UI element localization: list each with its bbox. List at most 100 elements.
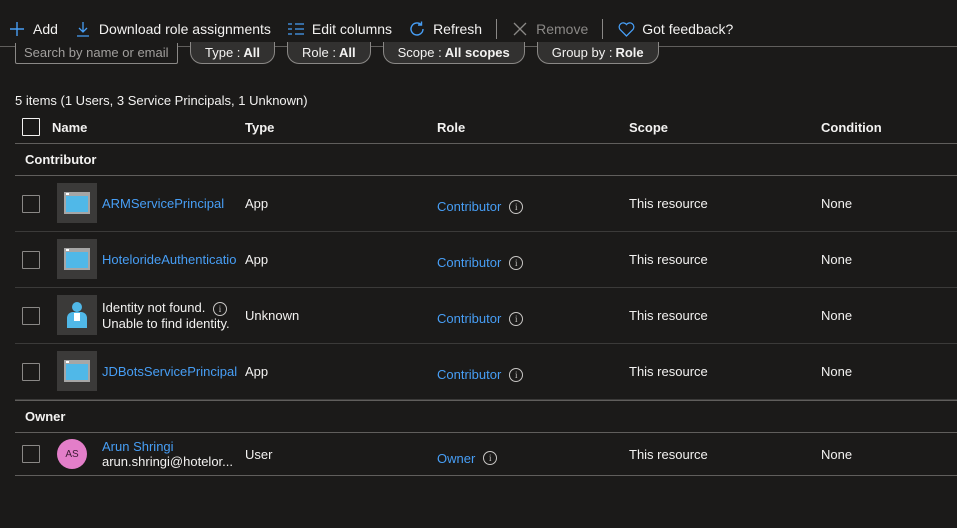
info-icon[interactable]: i bbox=[509, 255, 524, 270]
row-condition: None bbox=[821, 196, 853, 211]
type-filter-label: Type : bbox=[205, 45, 241, 60]
row-name: ARMServicePrincipal bbox=[102, 176, 237, 231]
user-email: arun.shringi@hotelor... bbox=[102, 454, 233, 469]
identity-detail: Unable to find identity. bbox=[102, 316, 230, 331]
column-header-type[interactable]: Type bbox=[245, 120, 274, 135]
edit-columns-button[interactable]: Edit columns bbox=[279, 15, 400, 43]
row-scope: This resource bbox=[629, 308, 708, 323]
type-filter-value: All bbox=[243, 45, 261, 60]
user-avatar: AS bbox=[57, 439, 87, 469]
table-row[interactable]: AS Arun Shringi arun.shringi@hotelor... … bbox=[15, 433, 957, 476]
role-filter-value: All bbox=[339, 45, 356, 60]
row-role: Contributor i bbox=[437, 347, 524, 402]
role-filter-label: Role : bbox=[302, 45, 337, 60]
row-scope: This resource bbox=[629, 446, 708, 462]
scope-filter-value: All scopes bbox=[444, 45, 510, 60]
row-condition: None bbox=[821, 446, 853, 462]
row-checkbox[interactable] bbox=[22, 363, 40, 381]
download-icon bbox=[74, 20, 92, 38]
info-icon[interactable]: i bbox=[509, 311, 524, 326]
group-by-value: Role bbox=[615, 45, 644, 60]
role-assignments-table: Name Type Role Scope Condition Contribut… bbox=[15, 111, 957, 476]
remove-label: Remove bbox=[536, 21, 589, 37]
role-link[interactable]: Owner bbox=[437, 451, 475, 466]
items-summary: 5 items (1 Users, 3 Service Principals, … bbox=[15, 93, 308, 108]
row-scope: This resource bbox=[629, 252, 708, 267]
refresh-icon bbox=[408, 20, 426, 38]
column-header-condition[interactable]: Condition bbox=[821, 120, 882, 135]
app-icon bbox=[57, 239, 97, 279]
group-by-pill[interactable]: Group by : Role bbox=[536, 42, 659, 64]
role-link[interactable]: Contributor bbox=[437, 255, 501, 270]
checkbox-box bbox=[22, 363, 40, 381]
remove-button[interactable]: Remove bbox=[503, 15, 596, 43]
table-header: Name Type Role Scope Condition bbox=[15, 111, 957, 144]
role-filter-pill[interactable]: Role : All bbox=[287, 42, 371, 64]
refresh-label: Refresh bbox=[433, 21, 483, 37]
table-row[interactable]: JDBotsServicePrincipal App Contributor i … bbox=[15, 344, 957, 400]
row-name: JDBotsServicePrincipal bbox=[102, 344, 237, 399]
checkbox-box bbox=[22, 445, 40, 463]
checkbox-box bbox=[22, 307, 40, 325]
principal-link[interactable]: HotelorideAuthenticatio bbox=[102, 252, 237, 267]
row-type: User bbox=[245, 446, 273, 462]
feedback-button[interactable]: Got feedback? bbox=[609, 15, 741, 43]
refresh-button[interactable]: Refresh bbox=[400, 15, 490, 43]
identity-status: Identity not found. bbox=[102, 300, 206, 315]
row-checkbox[interactable] bbox=[22, 307, 40, 325]
group-by-label: Group by : bbox=[551, 45, 613, 60]
row-name: Arun Shringi arun.shringi@hotelor... bbox=[102, 433, 237, 475]
row-condition: None bbox=[821, 252, 853, 267]
info-icon[interactable]: i bbox=[212, 302, 227, 316]
column-header-name[interactable]: Name bbox=[52, 120, 87, 135]
row-checkbox[interactable] bbox=[22, 445, 40, 463]
row-checkbox[interactable] bbox=[22, 251, 40, 269]
role-link[interactable]: Contributor bbox=[437, 199, 501, 214]
principal-link[interactable]: ARMServicePrincipal bbox=[102, 196, 237, 211]
principal-link[interactable]: JDBotsServicePrincipal bbox=[102, 364, 237, 379]
row-scope: This resource bbox=[629, 364, 708, 379]
column-header-role[interactable]: Role bbox=[437, 120, 465, 135]
row-checkbox[interactable] bbox=[22, 195, 40, 213]
app-icon bbox=[57, 183, 97, 223]
checkbox-box bbox=[22, 251, 40, 269]
search-input[interactable]: Search by name or email bbox=[15, 42, 178, 64]
download-button[interactable]: Download role assignments bbox=[66, 15, 279, 43]
column-header-scope[interactable]: Scope bbox=[629, 120, 668, 135]
row-role: Owner i bbox=[437, 437, 498, 479]
columns-icon bbox=[287, 20, 305, 38]
add-label: Add bbox=[33, 21, 58, 37]
table-row[interactable]: ARMServicePrincipal App Contributor i Thi… bbox=[15, 176, 957, 232]
info-icon[interactable]: i bbox=[509, 199, 524, 214]
edit-columns-label: Edit columns bbox=[311, 21, 393, 37]
principal-link[interactable]: Arun Shringi bbox=[102, 439, 237, 454]
add-button[interactable]: Add bbox=[0, 15, 66, 43]
group-header-owner[interactable]: Owner bbox=[15, 400, 957, 433]
row-condition: None bbox=[821, 308, 853, 323]
group-header-contributor[interactable]: Contributor bbox=[15, 144, 957, 176]
select-all-checkbox[interactable] bbox=[22, 118, 40, 136]
scope-filter-pill[interactable]: Scope : All scopes bbox=[382, 42, 525, 64]
command-bar: Add Download role assignments Edit colum… bbox=[0, 14, 957, 44]
role-link[interactable]: Contributor bbox=[437, 367, 501, 382]
role-link[interactable]: Contributor bbox=[437, 311, 501, 326]
download-label: Download role assignments bbox=[98, 21, 271, 37]
info-icon[interactable]: i bbox=[483, 451, 498, 465]
close-icon bbox=[511, 20, 529, 38]
feedback-label: Got feedback? bbox=[642, 21, 734, 37]
identity-not-found-text: Identity not found. i bbox=[102, 300, 237, 316]
row-type: App bbox=[245, 196, 269, 211]
row-type: Unknown bbox=[245, 308, 300, 323]
info-icon[interactable]: i bbox=[509, 367, 524, 382]
search-placeholder: Search by name or email bbox=[24, 45, 169, 60]
checkbox-box bbox=[22, 195, 40, 213]
avatar-initials: AS bbox=[65, 448, 79, 460]
app-icon bbox=[57, 351, 97, 391]
table-row[interactable]: HotelorideAuthenticatio App Contributor i… bbox=[15, 232, 957, 288]
unknown-identity-icon bbox=[57, 295, 97, 335]
row-condition: None bbox=[821, 364, 853, 379]
row-type: App bbox=[245, 252, 269, 267]
type-filter-pill[interactable]: Type : All bbox=[190, 42, 276, 64]
table-row[interactable]: Identity not found. i Unable to find ide… bbox=[15, 288, 957, 344]
plus-icon bbox=[8, 20, 26, 38]
